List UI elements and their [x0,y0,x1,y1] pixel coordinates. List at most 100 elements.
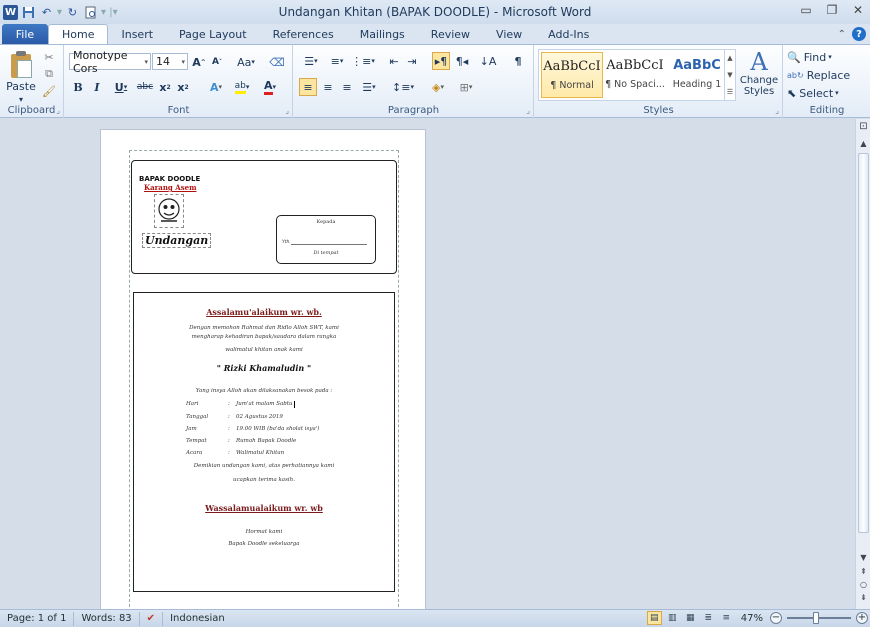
page-count[interactable]: Page: 1 of 1 [0,611,75,626]
paste-button[interactable]: Paste [6,80,36,93]
scroll-down-icon[interactable]: ▼ [856,553,870,562]
font-size-box[interactable]: 14 ▾ [152,53,188,70]
grow-font-icon[interactable]: A ^ [191,54,207,70]
language-indicator[interactable]: Indonesian [163,612,232,626]
document-workspace[interactable]: BAPAK DOODLE Karang Asem Undangan Kepada… [0,119,855,609]
logo-image[interactable] [154,194,184,228]
tab-review[interactable]: Review [418,24,483,44]
word-logo-icon[interactable]: W [3,4,18,20]
customize-qat-icon[interactable]: ▾ |▾ [101,7,118,18]
font-launcher-icon[interactable]: ⌟ [285,106,289,115]
align-left-icon[interactable]: ≡ [299,78,317,96]
clear-formatting-icon[interactable]: ⌫ [268,53,286,71]
web-layout-icon[interactable]: ▦ [683,611,698,625]
tab-references[interactable]: References [260,24,347,44]
shrink-font-icon[interactable]: Aˇ [209,54,225,70]
outline-view-icon[interactable]: ≣ [701,611,716,625]
shading-icon[interactable]: ◈ ▾ [426,79,450,95]
font-color-icon[interactable]: A ▾ [258,79,282,95]
tab-page-layout[interactable]: Page Layout [166,24,260,44]
draft-view-icon[interactable]: ≡ [719,611,734,625]
full-screen-reading-icon[interactable]: ▥ [665,611,680,625]
help-icon[interactable]: ? [852,27,866,41]
style-normal[interactable]: AaBbCcI ¶ Normal [541,52,603,98]
subscript-icon[interactable]: x2 [157,79,173,95]
tab-insert[interactable]: Insert [108,24,166,44]
text-effects-icon[interactable]: A ▾ [205,79,227,95]
previous-page-icon[interactable]: ⇞ [856,567,870,576]
print-layout-view-icon[interactable]: ▤ [646,611,662,625]
copy-icon[interactable]: ⧉ [42,67,56,81]
tab-file[interactable]: File [2,24,48,44]
highlight-color-icon[interactable]: ab ▾ [229,79,255,95]
next-page-icon[interactable]: ⇟ [856,593,870,602]
bold-icon[interactable]: B [71,79,85,95]
clipboard-launcher-icon[interactable]: ⌟ [56,106,60,115]
replace-button[interactable]: ab↻ Replace [787,67,850,83]
vertical-scrollbar[interactable]: ⊡ ▲ ▼ ⇞ ○ ⇟ [855,119,870,609]
font-size-dropdown-icon[interactable]: ▾ [181,58,185,66]
zoom-in-icon[interactable]: + [856,612,868,624]
proofing-icon[interactable]: ✔︎ [140,611,164,626]
justify-icon[interactable]: ☰ ▾ [358,79,380,95]
zoom-slider-knob[interactable] [813,612,819,624]
increase-indent-icon[interactable]: ⇥ [404,53,420,69]
numbering-icon[interactable]: ≡ ▾ [326,53,348,69]
undo-icon[interactable]: ↶ [39,5,54,20]
minimize-icon[interactable]: ▭ [798,3,814,17]
format-painter-icon[interactable]: 🖌 [42,84,56,98]
paragraph-launcher-icon[interactable]: ⌟ [526,106,530,115]
cut-icon[interactable]: ✂ [42,50,56,64]
gallery-more-icon[interactable]: ☰ [727,88,733,96]
align-right-icon[interactable]: ≡ [339,79,355,95]
minimize-ribbon-icon[interactable]: ⌃ [838,29,846,40]
bullets-icon[interactable]: ☰ ▾ [300,53,322,69]
styles-launcher-icon[interactable]: ⌟ [775,106,779,115]
find-button[interactable]: 🔍 Find ▾ [787,49,832,65]
zoom-slider[interactable] [787,612,851,624]
change-case-button[interactable]: Aa ▾ [235,54,257,70]
tab-home[interactable]: Home [48,24,109,44]
tab-view[interactable]: View [483,24,535,44]
font-name-dropdown-icon[interactable]: ▾ [144,58,148,66]
restore-icon[interactable]: ❐ [824,3,840,17]
letter-section[interactable]: Assalamu'alaikum wr. wb. Dengan memohon … [133,292,395,592]
save-icon[interactable] [21,5,36,20]
select-button[interactable]: ⬉ Select ▾ [787,85,839,101]
underline-icon[interactable]: U ▾ [109,79,133,95]
redo-icon[interactable]: ↻ [65,5,80,20]
paste-icon[interactable] [9,51,33,79]
tab-add-ins[interactable]: Add-Ins [535,24,602,44]
style-no-spacing[interactable]: AaBbCcI ¶ No Spaci... [604,52,666,98]
style-heading-1[interactable]: AaBbC Heading 1 [666,52,728,98]
gallery-down-icon[interactable]: ▼ [727,71,732,79]
address-box[interactable]: Kepada Yth. Di tempat [276,215,376,264]
ruler-toggle-icon[interactable]: ⊡ [856,121,870,132]
envelope-section[interactable]: BAPAK DOODLE Karang Asem Undangan Kepada… [131,160,397,274]
line-spacing-icon[interactable]: ↕≡ ▾ [392,79,414,95]
styles-gallery-scroll[interactable]: ▲ ▼ ☰ [724,50,735,100]
select-browse-object-icon[interactable]: ○ [856,580,870,589]
document-page[interactable]: BAPAK DOODLE Karang Asem Undangan Kepada… [100,129,426,609]
strikethrough-icon[interactable]: abc [136,79,154,95]
font-name-box[interactable]: Monotype Cors ▾ [69,49,151,75]
tab-mailings[interactable]: Mailings [347,24,418,44]
show-formatting-icon[interactable]: ¶ [510,53,526,69]
zoom-level[interactable]: 47% [741,613,763,624]
borders-icon[interactable]: ⊞ ▾ [454,79,478,95]
scroll-thumb[interactable] [858,153,869,533]
superscript-icon[interactable]: x2 [175,79,191,95]
gallery-up-icon[interactable]: ▲ [727,54,732,62]
print-preview-icon[interactable] [83,5,98,20]
ltr-direction-icon[interactable]: ▸¶ [432,52,450,70]
undo-dropdown-icon[interactable]: ▾ [57,7,62,18]
sort-icon[interactable]: ↓A [480,53,497,69]
zoom-out-icon[interactable]: − [770,612,782,624]
italic-icon[interactable]: I [90,79,104,95]
word-count[interactable]: Words: 83 [74,611,140,626]
multilevel-list-icon[interactable]: ⋮≡ ▾ [351,53,375,69]
scroll-up-icon[interactable]: ▲ [856,139,870,148]
close-icon[interactable]: ✕ [850,3,866,17]
change-styles-button[interactable]: A Change Styles [738,49,780,103]
decrease-indent-icon[interactable]: ⇤ [386,53,402,69]
